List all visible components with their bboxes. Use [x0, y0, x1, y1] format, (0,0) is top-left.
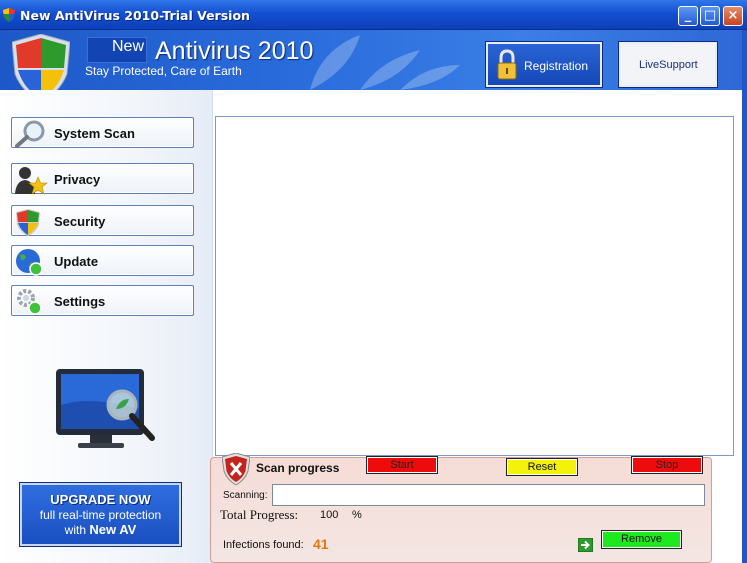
- upgrade-brand-line: with New AV: [22, 522, 179, 537]
- gear-icon: [17, 289, 42, 315]
- brand-name: Antivirus 2010: [155, 37, 314, 65]
- title-bar[interactable]: New AntiVirus 2010-Trial Version _ □ ×: [0, 0, 747, 30]
- person-star-icon: [15, 167, 48, 195]
- brand-tagline: Stay Protected, Care of Earth: [85, 64, 242, 78]
- upgrade-now-banner[interactable]: UPGRADE NOW full real-time protection wi…: [19, 482, 182, 547]
- upgrade-title: UPGRADE NOW: [50, 492, 151, 507]
- remove-button[interactable]: Remove: [601, 530, 682, 549]
- sidebar-item-privacy[interactable]: Privacy: [11, 163, 194, 195]
- total-progress-value: 100: [320, 509, 339, 521]
- sidebar-item-label: Update: [54, 254, 99, 269]
- alert-shield-icon: [222, 453, 250, 485]
- maximize-button[interactable]: □: [700, 6, 720, 26]
- upgrade-brand: New AV: [89, 522, 137, 537]
- lock-icon: [497, 49, 517, 80]
- upgrade-subtitle: full real-time protection: [39, 508, 162, 522]
- stop-button[interactable]: Stop: [631, 456, 703, 474]
- total-progress-unit: %: [352, 509, 362, 521]
- livesupport-label: LiveSupport: [639, 59, 698, 71]
- shield-icon: [3, 8, 15, 22]
- magnifier-icon: [15, 120, 45, 148]
- sidebar-item-label: Security: [54, 214, 106, 229]
- close-button[interactable]: ×: [723, 6, 743, 26]
- brand-prefix: New: [112, 38, 145, 55]
- registration-button[interactable]: Registration: [485, 41, 603, 88]
- sidebar-item-settings[interactable]: Settings: [11, 285, 194, 316]
- window-title: New AntiVirus 2010-Trial Version: [20, 8, 250, 23]
- sidebar-item-update[interactable]: Update: [11, 245, 194, 276]
- scanning-path-field: [272, 484, 705, 506]
- sidebar-item-label: Privacy: [54, 172, 101, 187]
- sidebar-item-security[interactable]: Security: [11, 205, 194, 236]
- scan-progress-title: Scan progress: [256, 461, 340, 475]
- sidebar-item-system-scan[interactable]: System Scan: [11, 117, 194, 148]
- window-right-border: [742, 30, 747, 563]
- upgrade-with-text: with: [64, 523, 87, 537]
- total-progress-label: Total Progress:: [220, 507, 299, 522]
- infections-found-count: 41: [313, 536, 329, 552]
- monitor-magnifier-icon: [56, 369, 155, 448]
- start-button[interactable]: Start: [366, 456, 438, 474]
- scanning-label: Scanning:: [223, 490, 268, 501]
- minimize-button[interactable]: _: [678, 6, 698, 26]
- shield-icon: [16, 209, 40, 236]
- sidebar-item-label: Settings: [54, 294, 106, 309]
- main-content-panel: [215, 116, 734, 456]
- reset-button[interactable]: Reset: [506, 458, 578, 476]
- registration-label: Registration: [524, 59, 589, 73]
- livesupport-button[interactable]: LiveSupport: [618, 41, 718, 88]
- globe-icon: [16, 249, 43, 276]
- infections-found-label: Infections found:: [223, 539, 304, 551]
- arrow-right-icon: [578, 538, 593, 552]
- sidebar-item-label: System Scan: [54, 126, 135, 141]
